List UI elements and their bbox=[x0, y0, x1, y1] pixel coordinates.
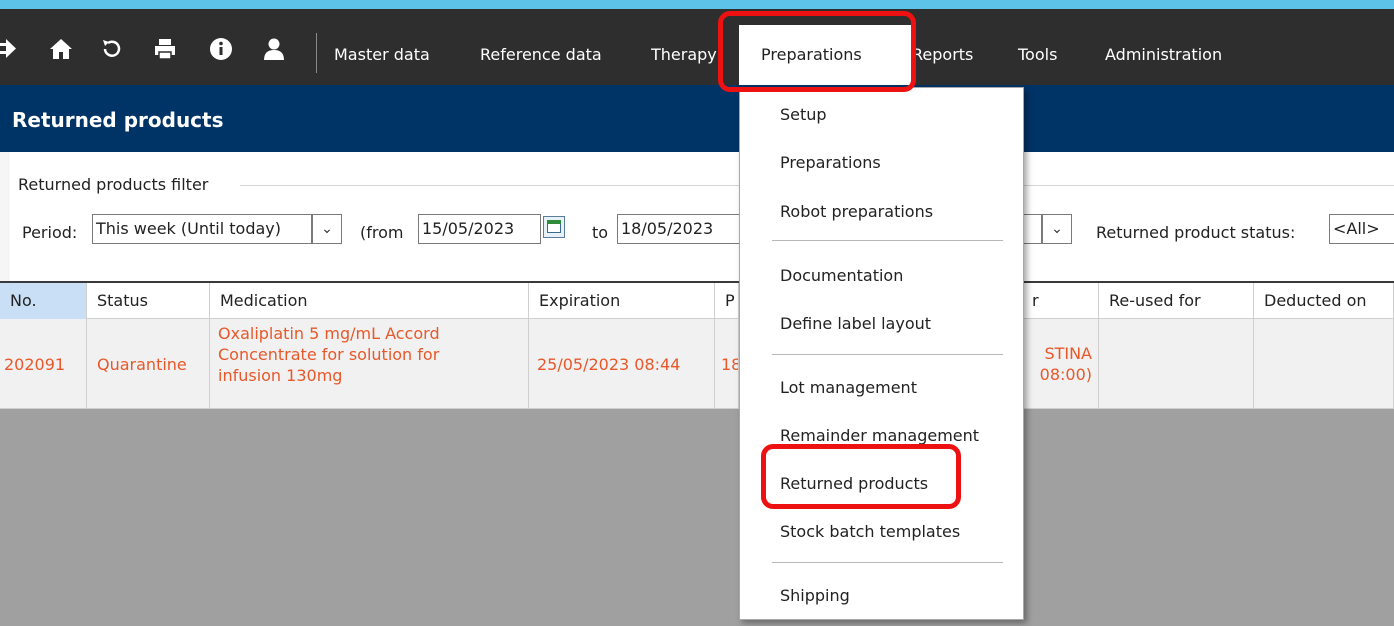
info-icon[interactable] bbox=[209, 37, 233, 61]
home-icon[interactable] bbox=[49, 37, 73, 61]
cell-p: 18 bbox=[715, 319, 739, 409]
menu-tools[interactable]: Tools bbox=[1018, 44, 1057, 66]
filter-group-label: Returned products filter bbox=[18, 175, 209, 194]
page-title: Returned products bbox=[12, 108, 224, 132]
cell-deducted-on bbox=[1254, 319, 1394, 409]
status-filter-select[interactable]: <All> bbox=[1329, 214, 1394, 244]
menu-separator bbox=[772, 562, 1003, 563]
column-header-no[interactable]: No. bbox=[0, 283, 87, 319]
period-label: Period: bbox=[22, 223, 78, 242]
menu-item-define-label-layout[interactable]: Define label layout bbox=[780, 313, 931, 335]
status-filter-label: Returned product status: bbox=[1096, 223, 1296, 242]
column-header-p[interactable]: P bbox=[715, 283, 739, 319]
from-date-input[interactable]: 15/05/2023 bbox=[418, 214, 541, 244]
grid-empty-area bbox=[0, 409, 1394, 626]
cell-reused-for bbox=[1099, 319, 1254, 409]
column-header-status[interactable]: Status bbox=[87, 283, 210, 319]
cell-no: 202091 bbox=[0, 319, 87, 409]
cell-partial: STINA 08:00) bbox=[1022, 319, 1099, 409]
from-label: (from bbox=[360, 223, 404, 242]
calendar-icon[interactable] bbox=[543, 216, 565, 238]
print-icon[interactable] bbox=[153, 37, 177, 61]
period-dropdown-button[interactable]: ⌄ bbox=[312, 214, 342, 244]
column-header-deducted-on[interactable]: Deducted on bbox=[1254, 283, 1394, 319]
preparations-dropdown-menu: Setup Preparations Robot preparations Do… bbox=[739, 87, 1024, 620]
period-select[interactable]: This week (Until today) bbox=[92, 214, 312, 244]
chevron-down-icon: ⌄ bbox=[1051, 221, 1063, 237]
menu-master-data[interactable]: Master data bbox=[334, 44, 430, 66]
menu-item-setup[interactable]: Setup bbox=[780, 104, 827, 126]
hidden-select-field[interactable] bbox=[1022, 214, 1042, 244]
menu-reference-data[interactable]: Reference data bbox=[480, 44, 602, 66]
menu-item-shipping[interactable]: Shipping bbox=[780, 585, 850, 607]
menu-reports[interactable]: Reports bbox=[912, 44, 980, 66]
menu-item-preparations[interactable]: Preparations bbox=[780, 152, 881, 174]
column-header-medication[interactable]: Medication bbox=[210, 283, 529, 319]
cell-expiration: 25/05/2023 08:44 bbox=[529, 319, 715, 409]
exit-icon[interactable] bbox=[0, 37, 18, 61]
menu-item-returned-products[interactable]: Returned products bbox=[780, 473, 928, 495]
menu-separator bbox=[772, 240, 1003, 241]
column-header-expiration[interactable]: Expiration bbox=[529, 283, 715, 319]
grid-header: No. Status Medication Expiration P r Re-… bbox=[0, 283, 1394, 319]
menu-separator bbox=[316, 33, 317, 73]
table-row[interactable]: 202091 Quarantine Oxaliplatin 5 mg/mL Ac… bbox=[0, 319, 1394, 409]
hidden-select-dropdown-button[interactable]: ⌄ bbox=[1042, 214, 1072, 244]
menu-item-robot-preparations[interactable]: Robot preparations bbox=[780, 201, 933, 223]
to-date-input[interactable]: 18/05/2023 bbox=[617, 214, 742, 244]
user-icon[interactable] bbox=[262, 37, 286, 61]
cell-medication: Oxaliplatin 5 mg/mL Accord Concentrate f… bbox=[210, 319, 529, 409]
menu-therapy[interactable]: Therapy bbox=[651, 44, 737, 66]
column-header-reused-for[interactable]: Re-used for bbox=[1099, 283, 1254, 319]
refresh-icon[interactable] bbox=[100, 37, 124, 61]
menu-administration[interactable]: Administration bbox=[1105, 44, 1222, 66]
menu-item-documentation[interactable]: Documentation bbox=[780, 265, 903, 287]
to-label: to bbox=[592, 223, 609, 242]
cell-status: Quarantine bbox=[87, 319, 210, 409]
top-accent-strip bbox=[0, 0, 1394, 9]
column-header-partial[interactable]: r bbox=[1022, 283, 1099, 319]
chevron-down-icon: ⌄ bbox=[321, 221, 333, 237]
menu-item-lot-management[interactable]: Lot management bbox=[780, 377, 917, 399]
menu-separator bbox=[772, 354, 1003, 355]
menu-item-remainder-management[interactable]: Remainder management bbox=[780, 425, 979, 447]
menu-preparations[interactable]: Preparations bbox=[739, 25, 914, 87]
menu-item-stock-batch-templates[interactable]: Stock batch templates bbox=[780, 521, 960, 543]
